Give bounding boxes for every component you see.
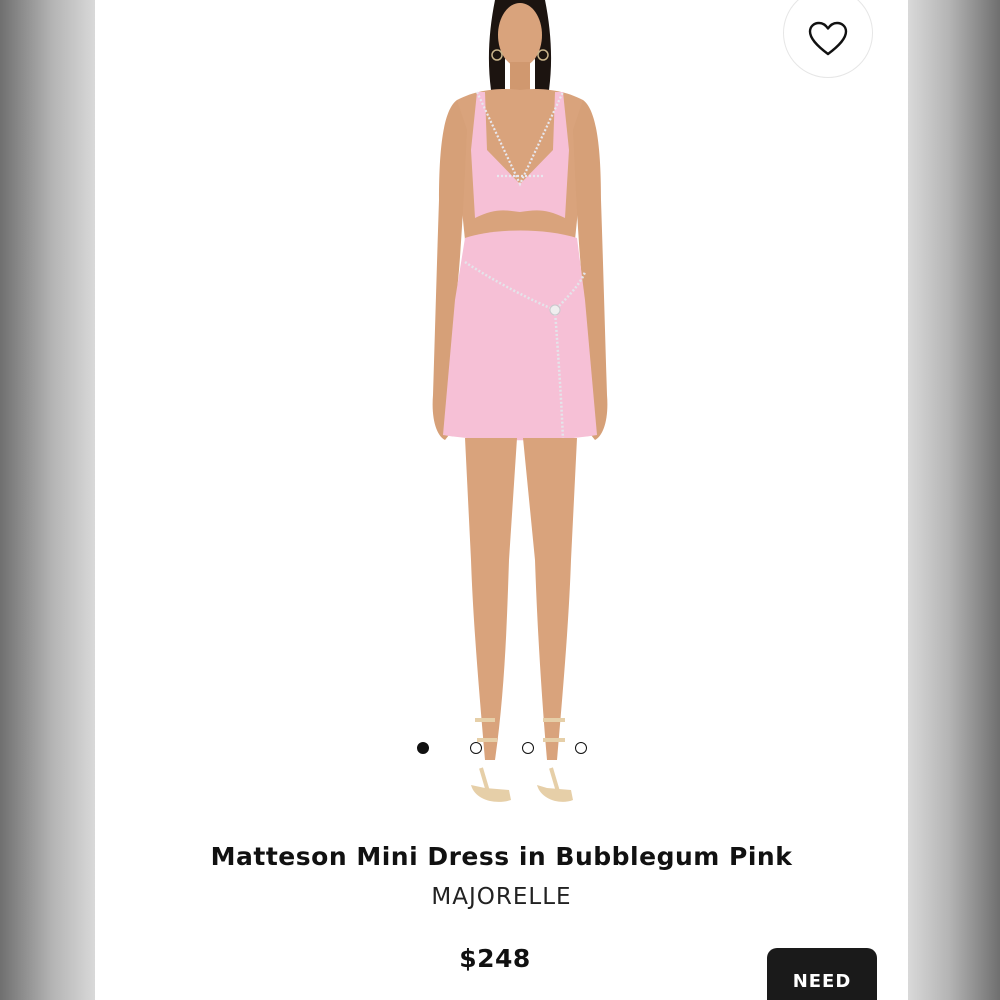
product-brand[interactable]: MAJORELLE: [95, 884, 908, 910]
carousel-dot-1[interactable]: [417, 742, 429, 754]
carousel-dot-3[interactable]: [522, 742, 535, 754]
image-carousel-dots: [417, 740, 587, 756]
product-image[interactable]: [425, 0, 615, 825]
right-blurred-background: [908, 0, 1000, 1000]
heart-outline-icon: [808, 21, 848, 56]
product-title: Matteson Mini Dress in Bubblegum Pink: [210, 842, 793, 871]
carousel-dot-2[interactable]: [469, 742, 482, 754]
product-card: Matteson Mini Dress in Bubblegum Pink MA…: [95, 0, 908, 1000]
carousel-dot-4[interactable]: [574, 742, 587, 754]
left-blurred-background: [0, 0, 95, 1000]
need-button[interactable]: NEED: [767, 948, 877, 1000]
favorite-button[interactable]: [783, 0, 873, 78]
